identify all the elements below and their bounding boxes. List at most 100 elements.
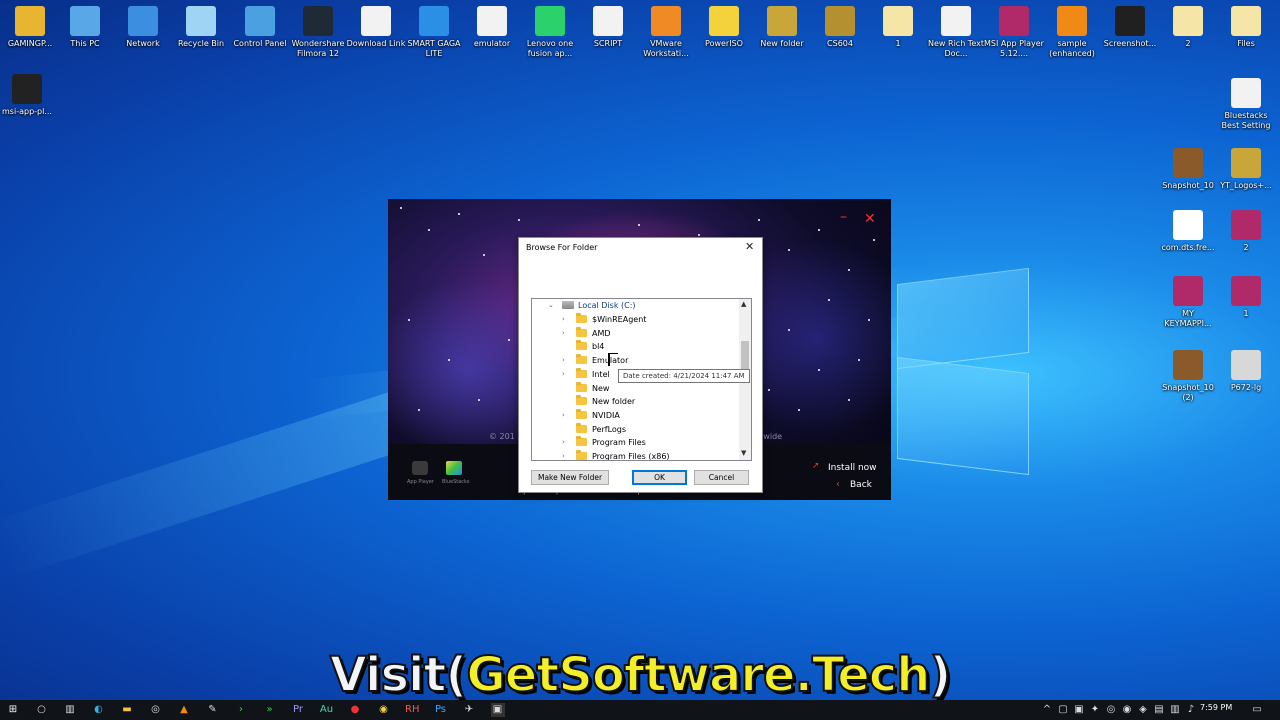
minimize-icon[interactable]: – (840, 209, 847, 225)
tray-app-icon[interactable]: ▢ (1056, 703, 1070, 717)
chevron-right-icon[interactable]: › (562, 354, 565, 367)
file-explorer-icon[interactable]: ▬ (120, 703, 134, 717)
desktop-icon[interactable]: Wondershare Filmora 12 (288, 6, 348, 59)
desktop-icon[interactable]: New Rich Text Doc... (926, 6, 986, 59)
network-icon[interactable]: ▥ (1168, 703, 1182, 717)
msi-app-icon[interactable]: ▣ (490, 703, 505, 717)
close-icon[interactable]: ✕ (864, 211, 876, 227)
audition-icon[interactable]: Au (320, 703, 334, 717)
tray-app-icon[interactable]: ▤ (1152, 703, 1166, 717)
tray-app-icon[interactable]: ◈ (1136, 703, 1150, 717)
desktop-icon-label: GAMINGP... (7, 39, 53, 48)
tray-app-icon[interactable]: ✦ (1088, 703, 1102, 717)
folder-row[interactable]: › AMD (532, 326, 737, 340)
chrome-icon[interactable]: ◉ (377, 703, 391, 717)
folder-row[interactable]: › NVIDIA (532, 408, 737, 422)
desktop-icon[interactable]: com.dts.fre... (1158, 210, 1218, 253)
chevron-right-icon[interactable]: › (562, 368, 565, 381)
dialog-close-icon[interactable]: ✕ (745, 240, 754, 253)
desktop-icon[interactable]: Screenshot... (1100, 6, 1160, 49)
desktop-icon[interactable]: Bluestacks Best Setting (1216, 78, 1276, 131)
folder-row[interactable]: New (532, 381, 737, 395)
chevron-right-icon[interactable]: › (562, 409, 565, 422)
desktop-icon[interactable]: This PC (55, 6, 115, 49)
desktop-icon[interactable]: GAMINGP... (0, 6, 60, 49)
search-icon[interactable]: ○ (35, 703, 49, 717)
back-button[interactable]: Back (850, 480, 872, 490)
scrollbar-thumb[interactable] (741, 341, 749, 371)
tree-root-row[interactable]: ⌄ Local Disk (C:) (532, 299, 737, 312)
desktop-icon[interactable]: SCRIPT (578, 6, 638, 49)
chevron-right-icon[interactable]: › (562, 436, 565, 449)
tray-app-icon[interactable]: ◎ (1104, 703, 1118, 717)
tray-app-icon[interactable]: ◉ (1120, 703, 1134, 717)
desktop-icon[interactable]: Network (113, 6, 173, 49)
task-view-icon[interactable]: ▥ (63, 703, 77, 717)
desktop-icon[interactable]: SMART GAGA LITE (404, 6, 464, 59)
desktop-icon[interactable]: MY KEYMAPPI... (1158, 276, 1218, 329)
folder-row[interactable]: › Program Files (532, 436, 737, 449)
notification-icon[interactable]: ▭ (1250, 703, 1264, 717)
document-icon (941, 6, 971, 36)
desktop-icon[interactable]: Snapshot_10 (2) (1158, 350, 1218, 403)
desktop-icon[interactable]: VMware Workstati... (636, 6, 696, 59)
vlc-icon[interactable]: ▲ (177, 703, 191, 717)
desktop-icon[interactable]: 1 (1216, 276, 1276, 319)
plane-icon[interactable]: ✈ (462, 703, 476, 717)
desktop-icon[interactable]: msi-app-pl... (0, 74, 57, 117)
chevron-right-icon[interactable]: › (562, 313, 565, 326)
desktop-icon[interactable]: CS604 (810, 6, 870, 49)
cancel-button[interactable]: Cancel (694, 470, 749, 485)
tray-app-icon[interactable]: ▣ (1072, 703, 1086, 717)
ok-button[interactable]: OK (632, 470, 687, 485)
desktop-icon[interactable]: Control Panel (230, 6, 290, 49)
photoshop-icon[interactable]: Ps (434, 703, 448, 717)
desktop-icon[interactable]: 1 (868, 6, 928, 49)
desktop-icon[interactable]: New folder (752, 6, 812, 49)
folder-row[interactable]: › $WinREAgent (532, 313, 737, 326)
install-now-button[interactable]: Install now (828, 463, 877, 473)
desktop-icon[interactable]: YT_Logos+... (1216, 148, 1276, 191)
rh-icon[interactable]: RH (405, 703, 419, 717)
desktop-icon[interactable]: sample (enhanced) (1042, 6, 1102, 59)
desktop-icon-label: SCRIPT (593, 39, 623, 48)
arrow-icon[interactable]: › (234, 703, 248, 717)
record-icon[interactable]: ● (348, 703, 362, 717)
start-icon[interactable]: ⊞ (6, 703, 20, 717)
desktop-icon[interactable]: Download Link (346, 6, 406, 49)
install-arrow-icon: ➚ (812, 461, 820, 471)
desktop-icon[interactable]: 2 (1216, 210, 1276, 253)
browse-for-folder-dialog[interactable]: Browse For Folder ✕ ⌄ Local Disk (C:) › $… (518, 237, 763, 493)
tray-chevron-icon[interactable]: ^ (1040, 703, 1054, 717)
desktop-icon[interactable]: PowerISO (694, 6, 754, 49)
volume-icon[interactable]: ♪ (1184, 703, 1198, 717)
chevron-right-icon[interactable]: › (562, 450, 565, 460)
winrar-folder-icon (825, 6, 855, 36)
premiere-icon[interactable]: Pr (291, 703, 305, 717)
folder-row[interactable]: PerfLogs (532, 422, 737, 436)
chevron-down-icon[interactable]: ⌄ (548, 299, 554, 312)
scroll-down-icon[interactable]: ▼ (741, 449, 746, 457)
double-arrow-icon[interactable]: » (263, 703, 277, 717)
folder-row[interactable]: bl4 (532, 340, 737, 353)
edge-icon[interactable]: ◐ (92, 703, 106, 717)
desktop-icon[interactable]: Lenovo one fusion ap... (520, 6, 580, 59)
taskbar-clock[interactable]: 7:59 PM (1200, 703, 1232, 712)
desktop-icon[interactable]: 2 (1158, 6, 1218, 49)
desktop-icon[interactable]: Files (1216, 6, 1276, 49)
desktop-icon[interactable]: Snapshot_10 (1158, 148, 1218, 191)
desktop-icon[interactable]: P672-lg (1216, 350, 1276, 393)
folder-row[interactable]: › Program Files (x86) (532, 450, 737, 460)
desktop-icon-label: Snapshot_10 (2) (1162, 383, 1214, 402)
folder-row[interactable]: › Emulator (532, 354, 737, 367)
make-new-folder-button[interactable]: Make New Folder (531, 470, 609, 485)
desktop-icon-label: New Rich Text Doc... (928, 39, 984, 58)
desktop-icon[interactable]: Recycle Bin (171, 6, 231, 49)
obs-icon[interactable]: ◎ (149, 703, 163, 717)
pen-icon[interactable]: ✎ (206, 703, 220, 717)
desktop-icon[interactable]: emulator (462, 6, 522, 49)
folder-row[interactable]: New folder (532, 395, 737, 408)
chevron-right-icon[interactable]: › (562, 327, 565, 340)
scroll-up-icon[interactable]: ▲ (741, 300, 746, 308)
desktop-icon[interactable]: MSI App Player 5.12.... (984, 6, 1044, 59)
